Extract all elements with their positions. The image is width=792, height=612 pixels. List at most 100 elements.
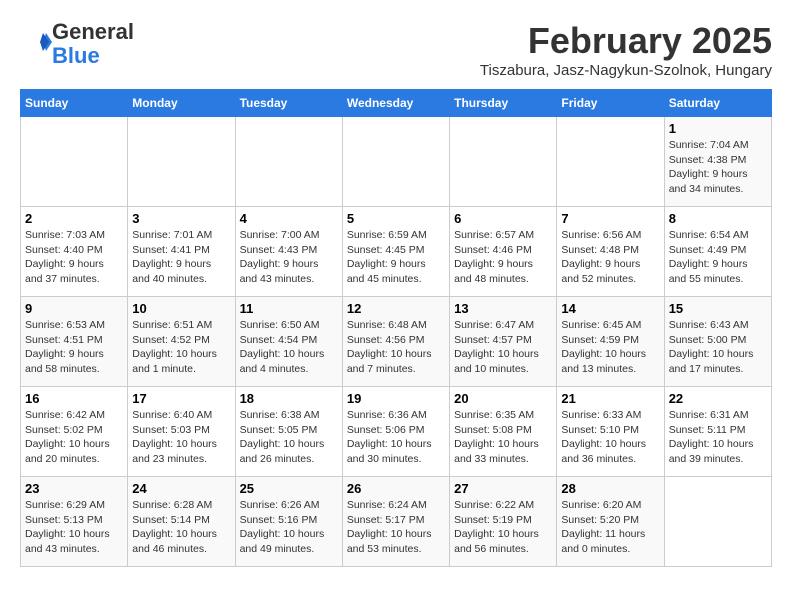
calendar-cell — [450, 117, 557, 207]
calendar-cell: 1 Sunrise: 7:04 AM Sunset: 4:38 PM Daylig… — [664, 117, 771, 207]
day-number: 17 — [132, 391, 230, 406]
day-number: 9 — [25, 301, 123, 316]
day-info: Sunrise: 7:01 AM Sunset: 4:41 PM Dayligh… — [132, 228, 230, 287]
day-info: Sunrise: 6:59 AM Sunset: 4:45 PM Dayligh… — [347, 228, 445, 287]
calendar-cell: 28 Sunrise: 6:20 AM Sunset: 5:20 PM Dayli… — [557, 477, 664, 567]
calendar-cell: 25 Sunrise: 6:26 AM Sunset: 5:16 PM Dayli… — [235, 477, 342, 567]
day-number: 11 — [240, 301, 338, 316]
header-day-friday: Friday — [557, 90, 664, 117]
header-day-tuesday: Tuesday — [235, 90, 342, 117]
calendar-cell: 15Sunrise: 6:43 AM Sunset: 5:00 PM Dayli… — [664, 297, 771, 387]
day-number: 26 — [347, 481, 445, 496]
calendar-cell: 18Sunrise: 6:38 AM Sunset: 5:05 PM Dayli… — [235, 387, 342, 477]
page-header: General Blue February 2025 Tiszabura, Ja… — [20, 20, 772, 79]
calendar-cell: 9 Sunrise: 6:53 AM Sunset: 4:51 PM Daylig… — [21, 297, 128, 387]
calendar-cell — [557, 117, 664, 207]
day-info: Sunrise: 7:00 AM Sunset: 4:43 PM Dayligh… — [240, 228, 338, 287]
calendar-table: SundayMondayTuesdayWednesdayThursdayFrid… — [20, 89, 772, 567]
calendar-cell: 3 Sunrise: 7:01 AM Sunset: 4:41 PM Daylig… — [128, 207, 235, 297]
calendar-cell — [664, 477, 771, 567]
day-number: 23 — [25, 481, 123, 496]
calendar-cell: 12 Sunrise: 6:48 AM Sunset: 4:56 PM Dayli… — [342, 297, 449, 387]
day-info: Sunrise: 6:45 AM Sunset: 4:59 PM Dayligh… — [561, 318, 659, 377]
week-row-0: 1 Sunrise: 7:04 AM Sunset: 4:38 PM Daylig… — [21, 117, 772, 207]
day-number: 18 — [240, 391, 338, 406]
calendar-cell: 10 Sunrise: 6:51 AM Sunset: 4:52 PM Dayli… — [128, 297, 235, 387]
day-info: Sunrise: 6:42 AM Sunset: 5:02 PM Dayligh… — [25, 408, 123, 467]
header-row: SundayMondayTuesdayWednesdayThursdayFrid… — [21, 90, 772, 117]
header-day-saturday: Saturday — [664, 90, 771, 117]
logo: General Blue — [20, 20, 134, 68]
day-number: 7 — [561, 211, 659, 226]
logo-general: General — [52, 19, 134, 44]
calendar-cell — [21, 117, 128, 207]
day-number: 5 — [347, 211, 445, 226]
calendar-cell: 6Sunrise: 6:57 AM Sunset: 4:46 PM Daylig… — [450, 207, 557, 297]
day-number: 14 — [561, 301, 659, 316]
day-info: Sunrise: 6:50 AM Sunset: 4:54 PM Dayligh… — [240, 318, 338, 377]
day-number: 19 — [347, 391, 445, 406]
calendar-cell: 22 Sunrise: 6:31 AM Sunset: 5:11 PM Dayli… — [664, 387, 771, 477]
day-number: 1 — [669, 121, 767, 136]
month-title: February 2025 — [480, 20, 772, 62]
day-info: Sunrise: 6:29 AM Sunset: 5:13 PM Dayligh… — [25, 498, 123, 557]
day-number: 21 — [561, 391, 659, 406]
day-info: Sunrise: 6:26 AM Sunset: 5:16 PM Dayligh… — [240, 498, 338, 557]
calendar-cell: 26 Sunrise: 6:24 AM Sunset: 5:17 PM Dayli… — [342, 477, 449, 567]
day-number: 4 — [240, 211, 338, 226]
title-block: February 2025 Tiszabura, Jasz-Nagykun-Sz… — [480, 20, 772, 79]
location-title: Tiszabura, Jasz-Nagykun-Szolnok, Hungary — [480, 62, 772, 79]
day-info: Sunrise: 7:04 AM Sunset: 4:38 PM Dayligh… — [669, 138, 767, 197]
calendar-cell: 20 Sunrise: 6:35 AM Sunset: 5:08 PM Dayli… — [450, 387, 557, 477]
day-info: Sunrise: 6:20 AM Sunset: 5:20 PM Dayligh… — [561, 498, 659, 557]
calendar-cell — [128, 117, 235, 207]
calendar-cell: 8 Sunrise: 6:54 AM Sunset: 4:49 PM Daylig… — [664, 207, 771, 297]
day-number: 24 — [132, 481, 230, 496]
day-info: Sunrise: 6:48 AM Sunset: 4:56 PM Dayligh… — [347, 318, 445, 377]
day-number: 20 — [454, 391, 552, 406]
calendar-cell: 13 Sunrise: 6:47 AM Sunset: 4:57 PM Dayli… — [450, 297, 557, 387]
day-info: Sunrise: 6:35 AM Sunset: 5:08 PM Dayligh… — [454, 408, 552, 467]
day-info: Sunrise: 6:28 AM Sunset: 5:14 PM Dayligh… — [132, 498, 230, 557]
day-number: 22 — [669, 391, 767, 406]
day-info: Sunrise: 6:47 AM Sunset: 4:57 PM Dayligh… — [454, 318, 552, 377]
calendar-cell: 27Sunrise: 6:22 AM Sunset: 5:19 PM Dayli… — [450, 477, 557, 567]
header-day-sunday: Sunday — [21, 90, 128, 117]
day-info: Sunrise: 6:22 AM Sunset: 5:19 PM Dayligh… — [454, 498, 552, 557]
calendar-cell — [235, 117, 342, 207]
day-number: 12 — [347, 301, 445, 316]
week-row-1: 2Sunrise: 7:03 AM Sunset: 4:40 PM Daylig… — [21, 207, 772, 297]
day-number: 25 — [240, 481, 338, 496]
day-info: Sunrise: 6:40 AM Sunset: 5:03 PM Dayligh… — [132, 408, 230, 467]
logo-blue: Blue — [52, 43, 100, 68]
day-info: Sunrise: 6:36 AM Sunset: 5:06 PM Dayligh… — [347, 408, 445, 467]
week-row-4: 23 Sunrise: 6:29 AM Sunset: 5:13 PM Dayli… — [21, 477, 772, 567]
day-info: Sunrise: 6:31 AM Sunset: 5:11 PM Dayligh… — [669, 408, 767, 467]
calendar-cell: 23 Sunrise: 6:29 AM Sunset: 5:13 PM Dayli… — [21, 477, 128, 567]
day-info: Sunrise: 6:51 AM Sunset: 4:52 PM Dayligh… — [132, 318, 230, 377]
day-info: Sunrise: 6:53 AM Sunset: 4:51 PM Dayligh… — [25, 318, 123, 377]
day-info: Sunrise: 6:24 AM Sunset: 5:17 PM Dayligh… — [347, 498, 445, 557]
calendar-cell: 19 Sunrise: 6:36 AM Sunset: 5:06 PM Dayli… — [342, 387, 449, 477]
day-number: 8 — [669, 211, 767, 226]
week-row-3: 16 Sunrise: 6:42 AM Sunset: 5:02 PM Dayli… — [21, 387, 772, 477]
week-row-2: 9 Sunrise: 6:53 AM Sunset: 4:51 PM Daylig… — [21, 297, 772, 387]
calendar-cell: 24 Sunrise: 6:28 AM Sunset: 5:14 PM Dayli… — [128, 477, 235, 567]
calendar-cell: 16 Sunrise: 6:42 AM Sunset: 5:02 PM Dayli… — [21, 387, 128, 477]
day-info: Sunrise: 6:54 AM Sunset: 4:49 PM Dayligh… — [669, 228, 767, 287]
day-number: 16 — [25, 391, 123, 406]
day-number: 10 — [132, 301, 230, 316]
day-info: Sunrise: 6:57 AM Sunset: 4:46 PM Dayligh… — [454, 228, 552, 287]
calendar-cell: 11 Sunrise: 6:50 AM Sunset: 4:54 PM Dayli… — [235, 297, 342, 387]
day-number: 13 — [454, 301, 552, 316]
calendar-cell: 17 Sunrise: 6:40 AM Sunset: 5:03 PM Dayli… — [128, 387, 235, 477]
day-info: Sunrise: 6:33 AM Sunset: 5:10 PM Dayligh… — [561, 408, 659, 467]
day-number: 28 — [561, 481, 659, 496]
header-day-thursday: Thursday — [450, 90, 557, 117]
day-number: 15 — [669, 301, 767, 316]
calendar-header: SundayMondayTuesdayWednesdayThursdayFrid… — [21, 90, 772, 117]
calendar-cell — [342, 117, 449, 207]
day-number: 2 — [25, 211, 123, 226]
calendar-cell: 5 Sunrise: 6:59 AM Sunset: 4:45 PM Daylig… — [342, 207, 449, 297]
day-number: 3 — [132, 211, 230, 226]
